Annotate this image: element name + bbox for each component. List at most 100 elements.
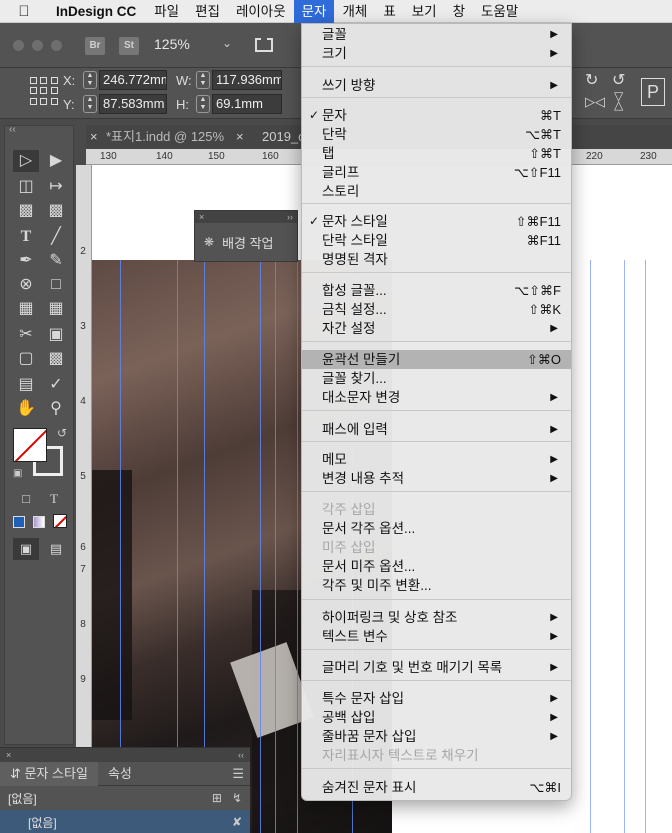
w-field[interactable]: 117.936mm	[212, 70, 282, 90]
menu-item[interactable]: 합성 글꼴... ⌥⇧⌘F	[302, 281, 571, 300]
menu-item[interactable]: 문서 미주 옵션...	[302, 557, 571, 576]
quick-apply-icon[interactable]: ↯	[232, 791, 242, 805]
h-stepper[interactable]: ▲ ▼	[196, 95, 210, 113]
menu-item[interactable]: 금칙 설정... ⇧⌘K	[302, 300, 571, 319]
flip-horizontal-icon[interactable]: ▷◁	[585, 94, 605, 110]
new-style-group-icon[interactable]: ⊞	[212, 791, 222, 805]
zoom-level[interactable]: 125%	[154, 36, 190, 52]
scissors-tool-icon[interactable]: ✂	[13, 324, 39, 346]
close-tab-icon[interactable]: ×	[90, 125, 104, 149]
apple-icon[interactable]: 	[0, 3, 48, 20]
menu-item[interactable]: 윤곽선 만들기 ⇧⌘O	[302, 350, 571, 369]
rotate-ccw-icon[interactable]: ↺	[612, 70, 625, 90]
menu-table[interactable]: 표	[375, 0, 403, 23]
rectangle-tool-icon[interactable]: □	[43, 274, 69, 296]
menu-item[interactable]: 문서 각주 옵션...	[302, 519, 571, 538]
menu-item[interactable]: 글머리 기호 및 번호 매기기 목록 ▶	[302, 658, 571, 677]
gradient-feather-tool-icon[interactable]: ▩	[43, 348, 69, 370]
app-menu[interactable]: InDesign CC	[48, 0, 146, 23]
grid-tool-icon[interactable]: ▦	[43, 298, 69, 320]
screen-mode-icon[interactable]: ▤	[43, 538, 69, 560]
y-stepper[interactable]: ▲ ▼	[83, 95, 97, 113]
gap-tool-icon[interactable]: ↦	[43, 176, 69, 198]
rectangle-frame-tool-icon[interactable]: ⊗	[13, 274, 39, 296]
menu-item[interactable]: 대소문자 변경 ▶	[302, 388, 571, 407]
menu-item[interactable]: 텍스트 변수 ▶	[302, 627, 571, 646]
menu-item[interactable]: 글꼴 ▶	[302, 25, 571, 44]
zoom-tool-icon[interactable]: ⚲	[43, 398, 69, 420]
table-tool-icon[interactable]: ▦	[13, 298, 39, 320]
menu-edit[interactable]: 편집	[187, 0, 228, 23]
x-field[interactable]: 246.772mm	[99, 70, 167, 90]
menu-item[interactable]: ✓ 문자 스타일 ⇧⌘F11	[302, 212, 571, 231]
menu-window[interactable]: 창	[445, 0, 473, 23]
menu-layout[interactable]: 레이아웃	[228, 0, 294, 23]
menu-type[interactable]: 문자	[293, 0, 335, 23]
menu-item[interactable]: 특수 문자 삽입 ▶	[302, 689, 571, 708]
menu-item[interactable]: 공백 삽입 ▶	[302, 708, 571, 727]
note-tool-icon[interactable]: ▤	[13, 374, 39, 396]
menu-item[interactable]: 글꼴 찾기...	[302, 369, 571, 388]
menu-item[interactable]: 숨겨진 문자 표시 ⌥⌘I	[302, 778, 571, 797]
selection-tool-icon[interactable]: ▷	[13, 150, 39, 172]
type-tool-icon[interactable]: T	[13, 226, 39, 248]
menu-item[interactable]: 줄바꿈 문자 삽입 ▶	[302, 727, 571, 746]
background-tasks-label[interactable]: 배경 작업	[222, 233, 273, 252]
stock-button[interactable]: St	[119, 37, 139, 55]
line-tool-icon[interactable]: ╱	[43, 226, 69, 248]
menu-item[interactable]: 글리프 ⌥⇧F11	[302, 163, 571, 182]
paragraph-icon[interactable]: P	[641, 78, 665, 106]
menu-item[interactable]: 명명된 격자	[302, 250, 571, 269]
hand-tool-icon[interactable]: ✋	[13, 398, 39, 420]
minimize-window-button[interactable]	[32, 40, 43, 51]
format-container-icon[interactable]: □	[13, 488, 39, 510]
menu-item[interactable]: 패스에 입력 ▶	[302, 420, 571, 439]
gradient-swatch-tool-icon[interactable]: ▢	[13, 348, 39, 370]
menu-object[interactable]: 개체	[334, 0, 375, 23]
menu-item[interactable]: 쓰기 방향 ▶	[302, 76, 571, 95]
close-panel-icon[interactable]: ×	[6, 748, 11, 762]
menu-view[interactable]: 보기	[404, 0, 445, 23]
menu-help[interactable]: 도움말	[473, 0, 526, 23]
menu-file[interactable]: 파일	[146, 0, 187, 23]
menu-item[interactable]: ✓ 문자 ⌘T	[302, 106, 571, 125]
style-list-item[interactable]: [없음]	[8, 814, 57, 831]
w-stepper[interactable]: ▲ ▼	[196, 71, 210, 89]
collapse-tools-icon[interactable]: ‹‹	[9, 124, 16, 135]
apply-color-swatch[interactable]	[13, 516, 25, 528]
normal-view-icon[interactable]: ▣	[13, 538, 39, 560]
apply-gradient-swatch[interactable]	[33, 516, 45, 528]
reference-point-icon[interactable]	[30, 77, 58, 105]
menu-item[interactable]: 하이퍼링크 및 상호 참조 ▶	[302, 608, 571, 627]
format-text-icon[interactable]: T	[41, 488, 67, 510]
background-tasks-icon[interactable]: ❋	[204, 235, 214, 249]
tab-document-1[interactable]: *표지1.indd @ 125%	[106, 125, 246, 149]
page-tool-icon[interactable]: ◫	[13, 176, 39, 198]
pencil-tool-icon[interactable]: ✎	[43, 250, 69, 272]
menu-item[interactable]: 탭 ⇧⌘T	[302, 144, 571, 163]
chevron-down-icon[interactable]: ⌄	[222, 36, 232, 50]
fill-swatch[interactable]	[13, 428, 47, 462]
close-window-button[interactable]	[13, 40, 24, 51]
content-placer-icon[interactable]: ▩	[43, 200, 69, 222]
menu-item[interactable]: 단락 ⌥⌘T	[302, 125, 571, 144]
collapse-panel-icon[interactable]: ‹‹	[238, 748, 244, 762]
pen-tool-icon[interactable]: ✒	[13, 250, 39, 272]
menu-item[interactable]: 단락 스타일 ⌘F11	[302, 231, 571, 250]
tab-properties[interactable]: 속성	[98, 762, 142, 786]
eyedropper-tool-icon[interactable]: ✓	[43, 374, 69, 396]
vertical-ruler[interactable]: 2 3 4 5 6 7 8 9 1	[76, 165, 92, 833]
menu-item[interactable]: 자간 설정 ▶	[302, 319, 571, 338]
default-colors-icon[interactable]: ▣	[13, 468, 22, 479]
menu-item[interactable]: 메모 ▶	[302, 450, 571, 469]
panel-menu-icon[interactable]: ☰	[232, 766, 250, 782]
free-transform-tool-icon[interactable]: ▣	[43, 324, 69, 346]
view-options-icon[interactable]	[255, 38, 273, 52]
collapse-panel-icon[interactable]: ››	[287, 211, 293, 223]
x-stepper[interactable]: ▲ ▼	[83, 71, 97, 89]
menu-item[interactable]: 스토리	[302, 182, 571, 201]
menu-item[interactable]: 크기 ▶	[302, 44, 571, 63]
style-edit-icon[interactable]: ✘	[232, 815, 242, 829]
close-panel-icon[interactable]: ×	[199, 211, 204, 223]
y-field[interactable]: 87.583mm	[99, 94, 167, 114]
